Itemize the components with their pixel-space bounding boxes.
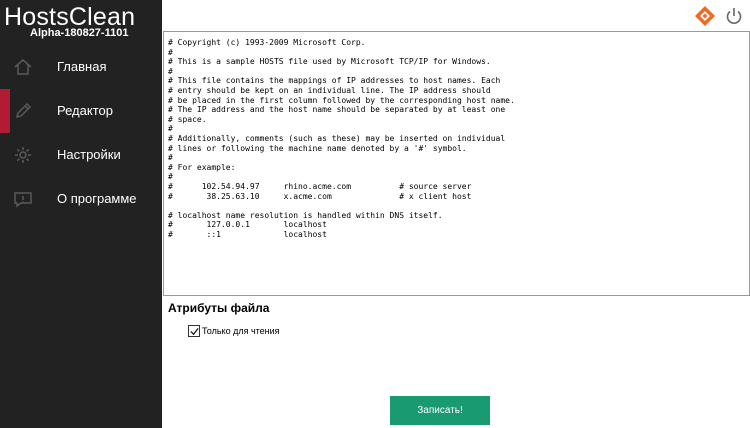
sidebar-item-editor[interactable]: Редактор <box>0 89 162 133</box>
readonly-checkbox[interactable] <box>188 325 200 337</box>
sidebar: HostsClean Alpha-180827-1101 Главная Ред… <box>0 0 162 428</box>
sidebar-item-label: Главная <box>57 59 107 74</box>
sidebar-item-label: Настройки <box>57 147 121 162</box>
active-marker <box>0 89 10 133</box>
sidebar-item-about[interactable]: О программе <box>0 177 162 221</box>
pencil-icon <box>13 101 33 121</box>
sidebar-item-settings[interactable]: Настройки <box>0 133 162 177</box>
home-icon <box>13 57 33 77</box>
sidebar-item-label: Редактор <box>57 103 113 118</box>
hosts-editor[interactable]: # Copyright (c) 1993-2009 Microsoft Corp… <box>163 31 750 296</box>
hosts-text-area[interactable]: # Copyright (c) 1993-2009 Microsoft Corp… <box>168 38 743 290</box>
gear-icon <box>13 145 33 165</box>
write-button[interactable]: Записать! <box>390 396 490 425</box>
diamond-logo-icon <box>694 5 716 27</box>
sidebar-item-home[interactable]: Главная <box>0 45 162 89</box>
file-attributes-title: Атрибуты файла <box>168 301 270 315</box>
power-icon[interactable] <box>724 6 744 26</box>
readonly-checkbox-label: Только для чтения <box>202 326 280 336</box>
info-icon <box>13 189 33 209</box>
sidebar-item-label: О программе <box>57 191 137 206</box>
app-version: Alpha-180827-1101 <box>30 27 129 39</box>
